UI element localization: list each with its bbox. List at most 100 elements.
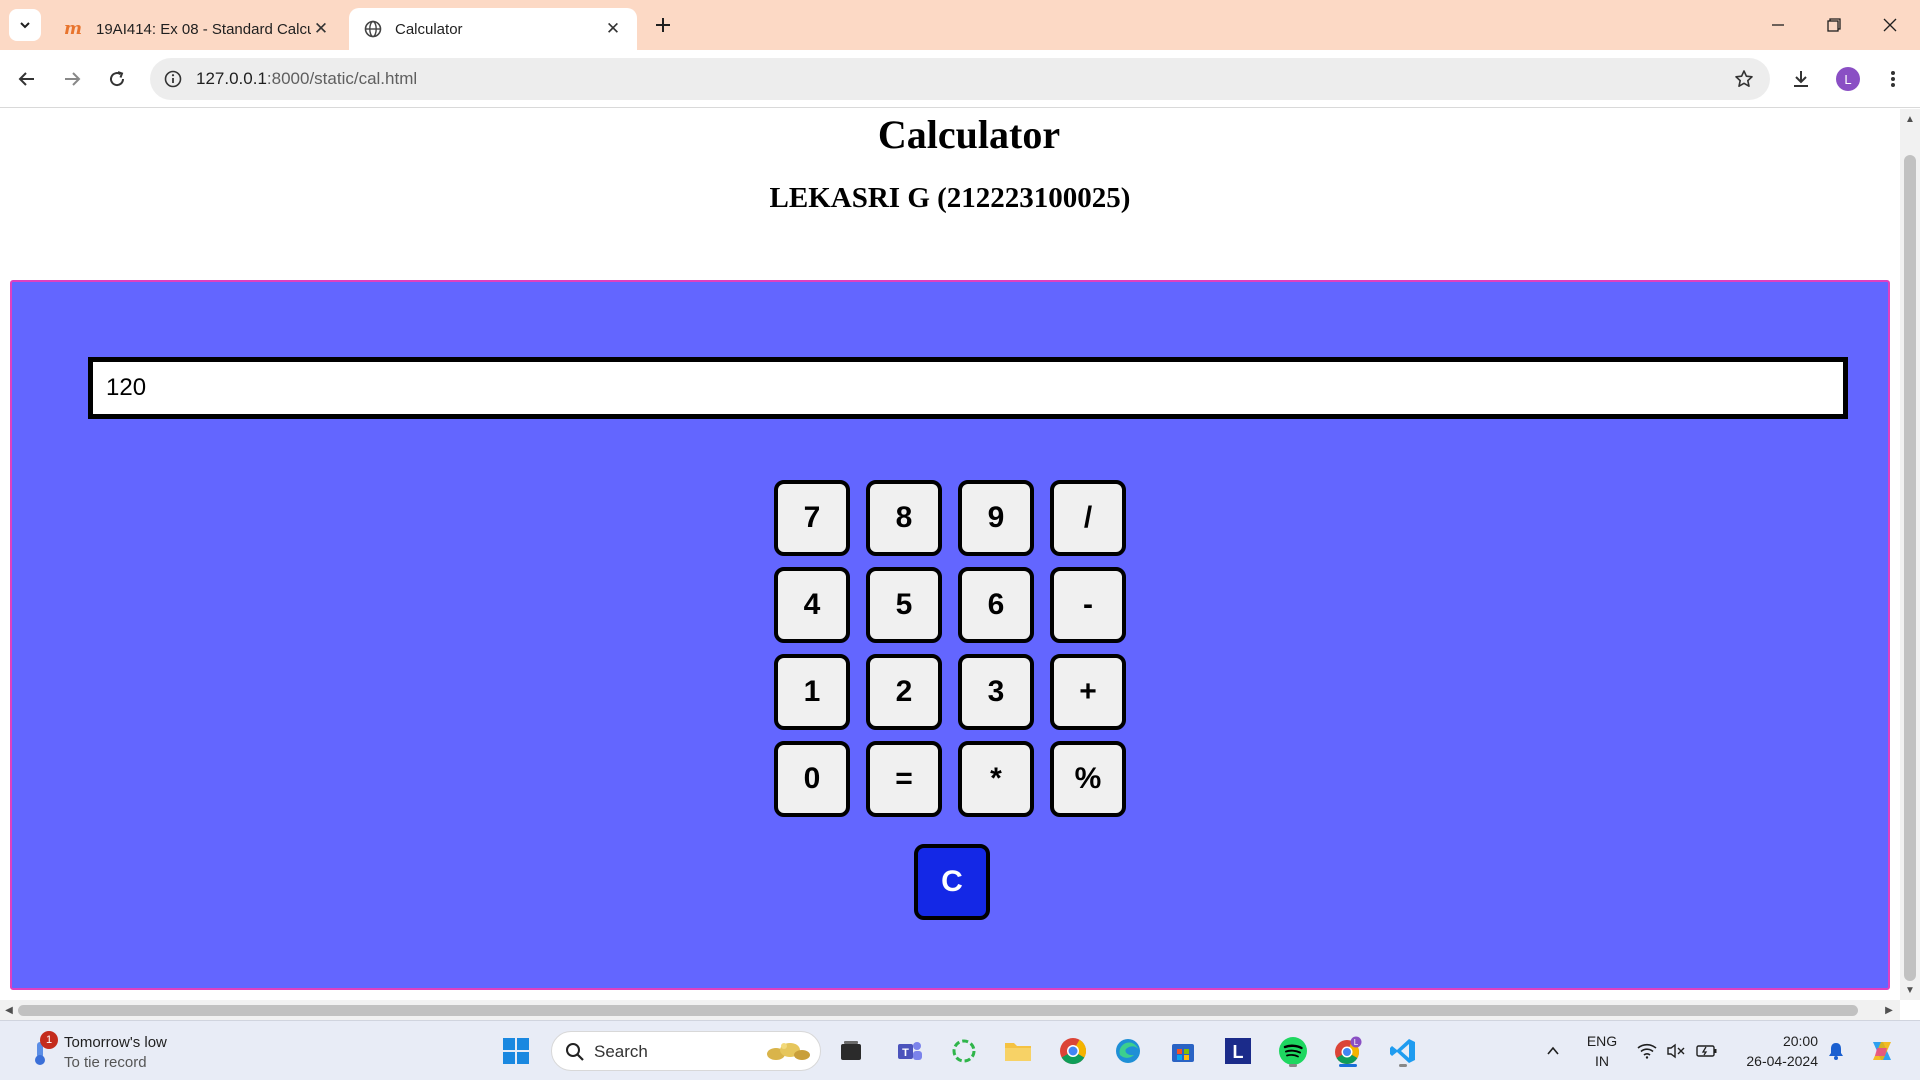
search-label: Search <box>594 1042 648 1061</box>
download-icon <box>1794 71 1808 87</box>
page-viewport: Calculator LEKASRI G (212223100025) 120 … <box>0 109 1900 1000</box>
scroll-down-arrow-icon[interactable]: ▼ <box>1900 982 1920 998</box>
site-info-icon[interactable] <box>162 68 184 90</box>
active-indicator <box>1339 1064 1357 1067</box>
chrome-icon[interactable] <box>1055 1033 1091 1069</box>
teams-icon[interactable]: T <box>892 1033 928 1069</box>
tab-search-button[interactable] <box>9 9 41 41</box>
close-window-button[interactable] <box>1862 0 1918 50</box>
key-percent-button[interactable]: % <box>1050 741 1126 817</box>
key-multiply-button[interactable]: * <box>958 741 1034 817</box>
key-8-button[interactable]: 8 <box>866 480 942 556</box>
key-add-button[interactable]: + <box>1050 654 1126 730</box>
tab-title: 19AI414: Ex 08 - Standard Calcu <box>96 20 311 38</box>
volume-muted-icon[interactable] <box>1663 1021 1689 1080</box>
show-hidden-icons-button[interactable] <box>1538 1021 1568 1080</box>
new-tab-button[interactable] <box>648 10 678 40</box>
scroll-left-arrow-icon[interactable]: ◀ <box>0 1000 18 1020</box>
refresh-app-icon[interactable] <box>946 1033 982 1069</box>
vertical-scrollbar[interactable]: ▲ ▼ <box>1900 109 1920 1000</box>
windows-start-icon[interactable] <box>498 1033 534 1069</box>
restore-icon <box>1827 18 1841 32</box>
calculator-display[interactable]: 120 <box>88 357 1848 419</box>
system-clock[interactable]: 20:00 26-04-2024 <box>1732 1031 1818 1071</box>
url-text[interactable]: 127.0.0.1:8000/static/cal.html <box>196 69 417 89</box>
close-icon[interactable]: ✕ <box>311 19 331 39</box>
plus-icon <box>656 18 670 32</box>
page-title: Calculator <box>877 112 1061 157</box>
horizontal-scroll-thumb[interactable] <box>18 1005 1858 1016</box>
clock-time: 20:00 <box>1782 1033 1818 1049</box>
file-explorer-icon[interactable] <box>1000 1033 1036 1069</box>
tab-calculator[interactable]: Calculator ✕ <box>349 8 637 50</box>
reload-icon <box>110 71 125 87</box>
minimize-icon <box>1772 24 1784 26</box>
key-divide-button[interactable]: / <box>1050 480 1126 556</box>
language-indicator[interactable]: ENG IN <box>1582 1031 1622 1071</box>
key-subtract-button[interactable]: - <box>1050 567 1126 643</box>
spotify-icon[interactable] <box>1275 1033 1311 1069</box>
url-path: :8000/static/cal.html <box>266 69 418 88</box>
tab-moodle[interactable]: m 19AI414: Ex 08 - Standard Calcu ✕ <box>50 8 345 50</box>
close-icon[interactable]: ✕ <box>603 19 623 39</box>
weather-widget[interactable]: 1 Tomorrow's low To tie record <box>24 1029 224 1073</box>
back-button[interactable] <box>10 62 44 96</box>
language-code: ENG <box>1586 1033 1618 1049</box>
browser-tab-strip: m 19AI414: Ex 08 - Standard Calcu ✕ Calc… <box>0 0 1920 50</box>
store-icon[interactable] <box>1165 1033 1201 1069</box>
clear-button[interactable]: C <box>914 844 990 920</box>
chevron-down-icon <box>20 22 30 29</box>
key-equals-button[interactable]: = <box>866 741 942 817</box>
key-1-button[interactable]: 1 <box>774 654 850 730</box>
language-region: IN <box>1595 1053 1609 1069</box>
svg-text:L: L <box>1233 1042 1244 1062</box>
taskbar-search-box[interactable]: Search <box>551 1031 821 1071</box>
address-bar[interactable]: 127.0.0.1:8000/static/cal.html <box>150 58 1770 100</box>
close-icon <box>1883 18 1897 32</box>
globe-icon <box>363 19 383 39</box>
calculator-panel: 120 7 8 9/ 4 5 6- 1 2 3 +0 = *% C <box>10 280 1890 990</box>
key-3-button[interactable]: 3 <box>958 654 1034 730</box>
wifi-icon[interactable] <box>1634 1021 1660 1080</box>
notification-bell-icon[interactable] <box>1822 1021 1850 1080</box>
url-host: 127.0.0.1 <box>196 69 267 88</box>
arrow-left-icon <box>18 72 34 86</box>
key-0-button[interactable]: 0 <box>774 741 850 817</box>
windows-taskbar: 1 Tomorrow's low To tie record Search T … <box>0 1020 1920 1080</box>
browser-menu-button[interactable] <box>1876 62 1910 96</box>
more-vertical-icon <box>1891 71 1895 87</box>
key-4-button[interactable]: 4 <box>774 567 850 643</box>
scroll-up-arrow-icon[interactable]: ▲ <box>1900 111 1920 127</box>
forward-button[interactable] <box>55 62 89 96</box>
tab-title: Calculator <box>395 20 463 38</box>
moodle-favicon-icon: m <box>64 19 82 39</box>
browser-toolbar: 127.0.0.1:8000/static/cal.html L <box>0 50 1920 108</box>
restore-button[interactable] <box>1806 0 1862 50</box>
battery-charging-icon[interactable] <box>1692 1021 1722 1080</box>
task-view-icon[interactable] <box>833 1033 869 1069</box>
vertical-scroll-thumb[interactable] <box>1904 155 1916 981</box>
chrome-profile-icon[interactable]: L <box>1330 1033 1366 1069</box>
l-app-icon[interactable]: L <box>1220 1033 1256 1069</box>
arrow-right-icon <box>65 72 81 86</box>
profile-avatar[interactable]: L <box>1836 67 1860 91</box>
vscode-icon[interactable] <box>1385 1033 1421 1069</box>
downloads-button[interactable] <box>1784 62 1818 96</box>
key-7-button[interactable]: 7 <box>774 480 850 556</box>
weather-subtitle: To tie record <box>64 1054 147 1071</box>
key-2-button[interactable]: 2 <box>866 654 942 730</box>
key-6-button[interactable]: 6 <box>958 567 1034 643</box>
minimize-button[interactable] <box>1750 0 1806 50</box>
running-indicator <box>1289 1064 1297 1067</box>
key-9-button[interactable]: 9 <box>958 480 1034 556</box>
svg-text:L: L <box>1354 1038 1359 1047</box>
key-5-button[interactable]: 5 <box>866 567 942 643</box>
scroll-right-arrow-icon[interactable]: ▶ <box>1880 1000 1898 1020</box>
widgets-icon <box>767 1043 810 1060</box>
reload-button[interactable] <box>100 62 134 96</box>
horizontal-scrollbar[interactable]: ◀ ▶ <box>0 1000 1900 1020</box>
bookmark-star-icon[interactable] <box>1732 67 1756 91</box>
search-icon <box>566 1043 584 1061</box>
edge-icon[interactable] <box>1110 1033 1146 1069</box>
copilot-icon[interactable] <box>1862 1021 1902 1080</box>
